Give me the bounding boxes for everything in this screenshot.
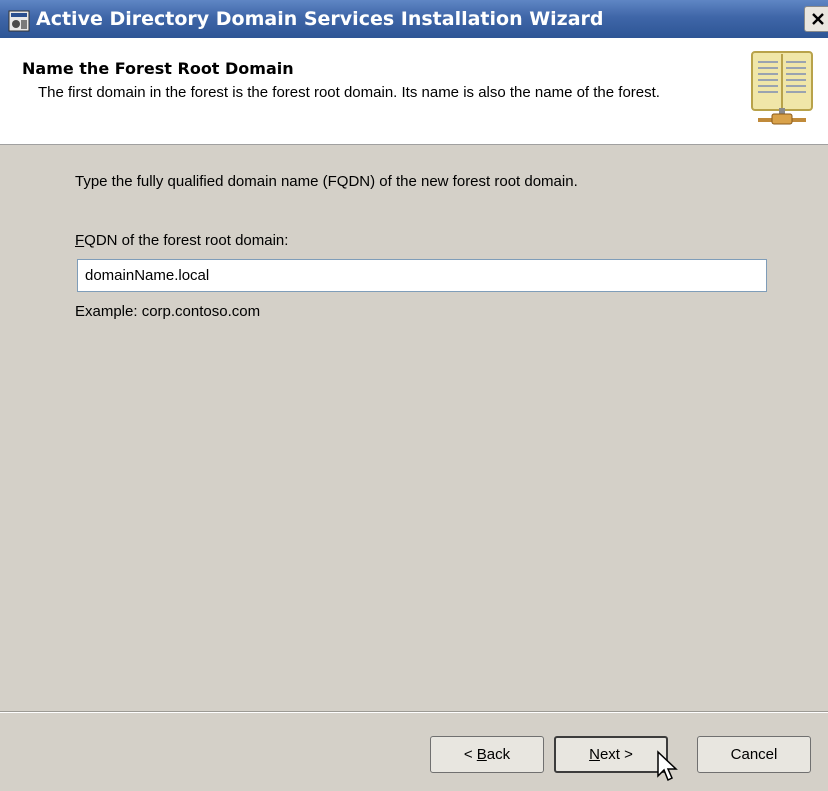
close-icon — [812, 13, 824, 25]
instruction-text: Type the fully qualified domain name (FQ… — [75, 173, 578, 190]
fqdn-label-text: QDN of the forest root domain: — [84, 232, 289, 249]
mouse-cursor-icon — [657, 750, 678, 782]
wizard-app-icon — [8, 10, 30, 32]
page-description: The first domain in the forest is the fo… — [38, 84, 660, 101]
wizard-body: Type the fully qualified domain name (FQ… — [0, 145, 828, 711]
next-button-accelerator: N — [589, 746, 600, 763]
next-button-label: ext > — [599, 746, 633, 763]
back-button-accelerator: B — [476, 746, 487, 763]
next-button[interactable]: Next > — [554, 736, 668, 773]
fqdn-label-accelerator: F — [75, 232, 85, 249]
back-button[interactable]: < Back — [430, 736, 544, 773]
title-bar[interactable]: Active Directory Domain Services Install… — [0, 0, 828, 38]
wizard-window: Active Directory Domain Services Install… — [0, 0, 828, 791]
fqdn-label: FQDN of the forest root domain: — [75, 232, 288, 249]
book-icon — [751, 51, 813, 125]
back-button-prefix: < — [463, 746, 477, 763]
wizard-header: Name the Forest Root Domain The first do… — [0, 38, 828, 145]
fqdn-input[interactable] — [77, 259, 767, 292]
back-button-label: ack — [486, 746, 511, 763]
cancel-button[interactable]: Cancel — [697, 736, 811, 773]
close-button[interactable] — [804, 6, 828, 32]
example-text: Example: corp.contoso.com — [75, 303, 261, 320]
footer-separator — [0, 711, 828, 713]
page-title: Name the Forest Root Domain — [22, 59, 294, 78]
window-title: Active Directory Domain Services Install… — [36, 8, 604, 30]
